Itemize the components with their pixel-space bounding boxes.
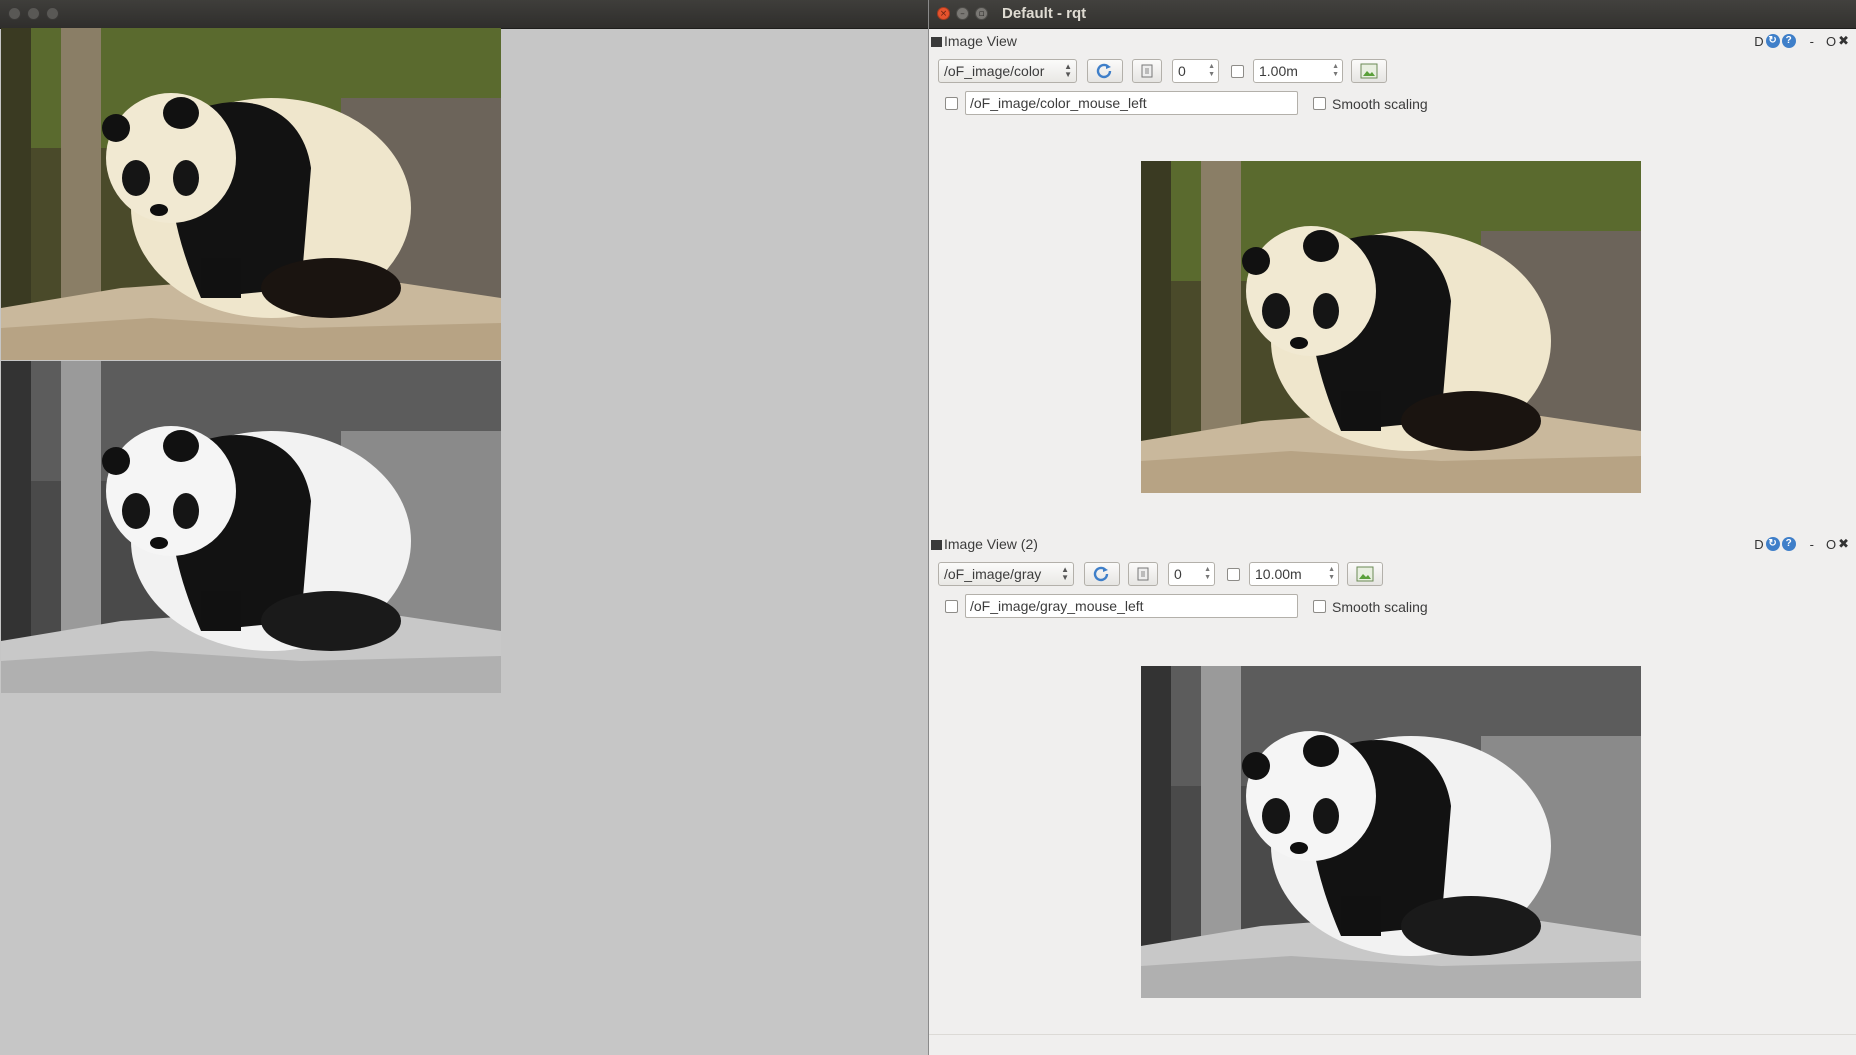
image-view-plugin-1: Image View D ↻ ? - O ✖ /oF_image/color ▲… [929,31,1856,501]
image-view-display[interactable] [1141,161,1641,493]
float-plugin-button[interactable]: O [1826,537,1836,552]
zoom-1-button[interactable] [1128,562,1158,586]
zoom-icon [1141,64,1153,78]
refresh-topics-button[interactable] [1087,59,1123,83]
spin-arrows-icon: ▲ ▼ [1208,63,1215,78]
maximize-window-button[interactable]: ▫ [975,7,988,20]
plugin-handle-icon [931,37,942,47]
minimize-window-button[interactable]: – [956,7,969,20]
plugin-title[interactable]: Image View [931,31,1017,51]
save-image-button[interactable] [1347,562,1383,586]
mouse-topic-value: /oF_image/gray_mouse_left [970,598,1144,614]
rotate-spinbox[interactable]: 0 ▲ ▼ [1168,562,1215,586]
left-close-button[interactable] [8,7,21,20]
reload-icon[interactable]: ↻ [1765,537,1780,551]
help-icon[interactable]: ? [1781,34,1796,48]
dock-d-button[interactable]: D [1754,537,1763,552]
refresh-topics-button[interactable] [1084,562,1120,586]
dock-d-button[interactable]: D [1754,34,1763,49]
mouse-topic-field[interactable]: /oF_image/color_mouse_left [965,91,1298,115]
minimize-plugin-button[interactable]: - [1810,537,1814,552]
panda-image-color [1,28,501,360]
plugin-title-text: Image View [944,33,1017,49]
image-view-display[interactable] [1141,666,1641,998]
reload-icon[interactable]: ↻ [1765,34,1780,48]
spin-arrows-icon: ▲ ▼ [1204,566,1211,581]
close-plugin-button[interactable]: ✖ [1838,536,1849,552]
plugin-controls: D ↻ ? - O ✖ [1754,31,1849,51]
mouse-topic-value: /oF_image/color_mouse_left [970,95,1147,111]
mouse-topic-field[interactable]: /oF_image/gray_mouse_left [965,594,1298,618]
smooth-scaling-checkbox[interactable] [1313,600,1326,613]
rotate-spinbox[interactable]: 0 ▲ ▼ [1172,59,1219,83]
window-title: Default - rqt [1002,5,1087,22]
image-display-window [0,0,928,1055]
close-plugin-button[interactable]: ✖ [1838,33,1849,49]
max-range-spinbox[interactable]: 1.00m ▲ ▼ [1253,59,1343,83]
max-range-spinbox[interactable]: 10.00m ▲ ▼ [1249,562,1339,586]
smooth-scaling-checkbox[interactable] [1313,97,1326,110]
image-view-plugin-2: Image View (2) D ↻ ? - O ✖ /oF_image/gra… [929,534,1856,1004]
topic-value: /oF_image/color [944,63,1045,79]
rotate-value: 0 [1178,63,1186,79]
left-maximize-button[interactable] [46,7,59,20]
spin-arrows-icon: ▲ ▼ [1328,566,1335,581]
publish-mouse-checkbox[interactable] [945,600,958,613]
plugin-controls: D ↻ ? - O ✖ [1754,534,1849,554]
save-image-icon [1356,566,1374,582]
smooth-scaling-label: Smooth scaling [1332,599,1428,615]
chevron-updown-icon: ▲ ▼ [1061,565,1069,582]
chevron-updown-icon: ▲ ▼ [1064,62,1072,79]
rqt-window: × – ▫ Default - rqt Image View D ↻ ? - O… [928,0,1856,1055]
max-range-value: 10.00m [1255,566,1302,582]
rotate-value: 0 [1174,566,1182,582]
refresh-icon [1093,566,1109,582]
smooth-scaling-label: Smooth scaling [1332,96,1428,112]
left-window-titlebar[interactable] [0,0,928,29]
publish-mouse-checkbox[interactable] [945,97,958,110]
float-plugin-button[interactable]: O [1826,34,1836,49]
dynamic-range-checkbox[interactable] [1227,568,1240,581]
max-range-value: 1.00m [1259,63,1298,79]
plugin-title-text: Image View (2) [944,536,1038,552]
left-minimize-button[interactable] [27,7,40,20]
help-icon[interactable]: ? [1781,537,1796,551]
zoom-icon [1137,567,1149,581]
save-image-icon [1360,63,1378,79]
rqt-titlebar[interactable]: × – ▫ Default - rqt [929,0,1856,29]
spin-arrows-icon: ▲ ▼ [1332,63,1339,78]
plugin-handle-icon [931,540,942,550]
topic-combobox[interactable]: /oF_image/gray ▲ ▼ [938,562,1074,586]
panda-image-gray [1,361,501,693]
plugin-title[interactable]: Image View (2) [931,534,1038,554]
topic-combobox[interactable]: /oF_image/color ▲ ▼ [938,59,1077,83]
minimize-plugin-button[interactable]: - [1810,34,1814,49]
dynamic-range-checkbox[interactable] [1231,65,1244,78]
refresh-icon [1096,63,1112,79]
save-image-button[interactable] [1351,59,1387,83]
topic-value: /oF_image/gray [944,566,1042,582]
status-bar [929,1034,1856,1055]
zoom-1-button[interactable] [1132,59,1162,83]
close-window-button[interactable]: × [937,7,950,20]
